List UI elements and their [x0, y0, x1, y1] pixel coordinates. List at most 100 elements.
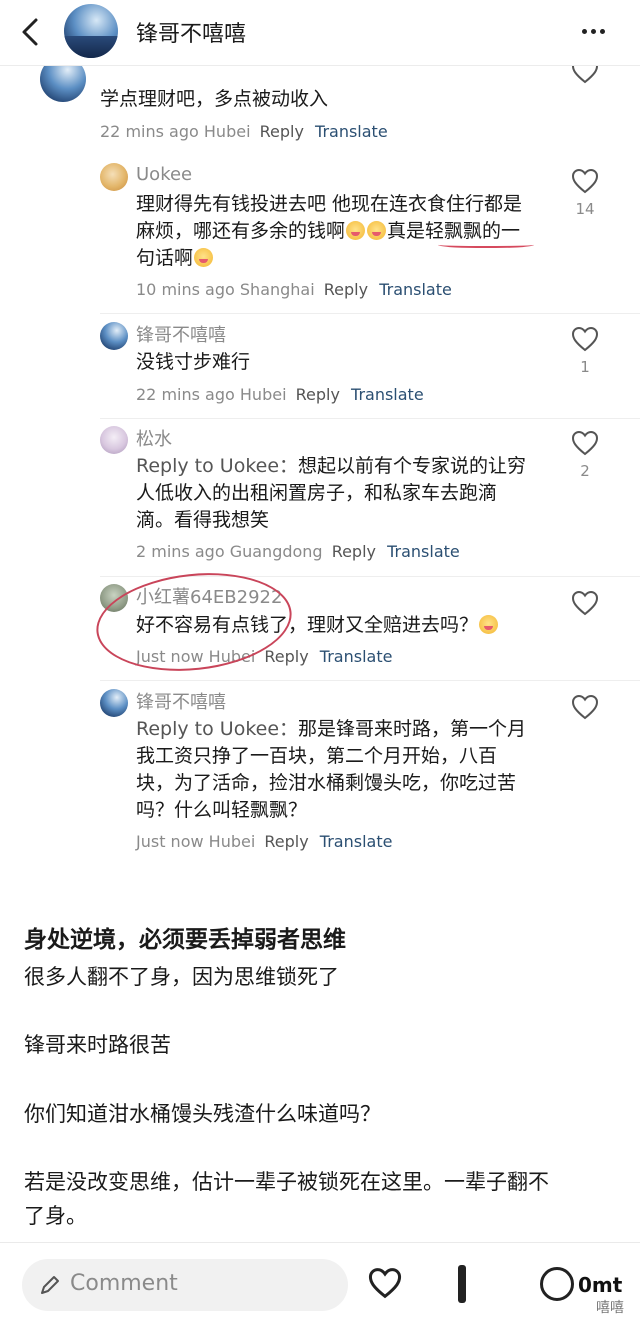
comment-meta: 2 mins ago Guangdong Reply Translate [136, 542, 460, 561]
comment-line-part: 那是锋哥来时路，第一个月 [298, 718, 527, 740]
comment-line-part: 麻烦，哪还有多余的钱啊 [136, 220, 346, 242]
reply-link[interactable]: Reply [324, 280, 368, 299]
reply-to-label: Reply to [136, 718, 214, 740]
heart-icon [571, 326, 599, 352]
comment-text: Reply to Uokee：想起以前有个专家说的让穷 人低收入的出租闲置房子，… [136, 453, 556, 534]
translate-link[interactable]: Translate [387, 542, 460, 561]
comment-meta: Just now Hubei Reply Translate [136, 832, 392, 851]
dot-icon [591, 29, 596, 34]
comment-location: Hubei [208, 832, 256, 851]
divider [100, 418, 640, 419]
heart-icon [571, 590, 599, 616]
comment-meta: 10 mins ago Shanghai Reply Translate [136, 280, 452, 299]
article-paragraph: 很多人翻不了身，因为思维锁死了 [24, 965, 339, 989]
handwritten-underline [438, 240, 534, 248]
comment-time: 10 mins ago [136, 280, 235, 299]
comment-location: Guangdong [229, 542, 323, 561]
comment-time: 22 mins ago [136, 385, 235, 404]
comment-text: 学点理财吧，多点被动收入 [100, 88, 329, 110]
divider [100, 680, 640, 681]
reply-link[interactable]: Reply [332, 542, 376, 561]
article-heading: 身处逆境，必须要丢掉弱者思维 [24, 927, 346, 953]
reply-target[interactable]: Uokee： [220, 718, 298, 740]
like-button[interactable] [570, 694, 600, 724]
dot-icon [600, 29, 605, 34]
watermark: 嘻嘻 [596, 1300, 624, 1316]
reply-link[interactable]: Reply [264, 832, 308, 851]
back-button[interactable] [14, 14, 50, 50]
page-title[interactable]: 锋哥不嘻嘻 [136, 16, 246, 48]
comment-line-part: 想起以前有个专家说的让穷 [298, 455, 527, 477]
like-button[interactable] [570, 590, 600, 620]
comment-time: 22 mins ago [100, 122, 199, 141]
comment-input[interactable]: Comment [22, 1259, 348, 1311]
reply-link[interactable]: Reply [296, 385, 340, 404]
translate-link[interactable]: Translate [320, 832, 393, 851]
reply-link[interactable]: Reply [264, 647, 308, 666]
comment-time: Just now [136, 832, 204, 851]
comment-line: 理财得先有钱投进去吧 他现在连衣食住行都是 [136, 193, 523, 215]
commenter-avatar[interactable] [100, 322, 128, 350]
author-avatar[interactable] [64, 4, 118, 58]
comment-line: Reply to Uokee：那是锋哥来时路，第一个月 [136, 716, 556, 743]
crying-emoji-icon [479, 615, 499, 634]
like-count: 1 [580, 358, 590, 376]
reply-link[interactable]: Reply [260, 122, 304, 141]
crying-emoji-icon [194, 248, 214, 267]
translate-link[interactable]: Translate [315, 122, 388, 141]
comment-line: 吗？什么叫轻飘飘？ [136, 799, 308, 821]
comment-line-part: 真是轻飘飘的一 [387, 220, 521, 242]
comment-location: Hubei [239, 385, 287, 404]
reply-target[interactable]: Uokee： [220, 455, 298, 477]
comment-location: Hubei [203, 122, 251, 141]
comment-line: 句话啊 [136, 245, 556, 272]
translate-link[interactable]: Translate [351, 385, 424, 404]
collect-button[interactable] [458, 1265, 466, 1303]
dot-icon [582, 29, 587, 34]
comment-line: 块，为了活命，捡泔水桶剩馒头吃，你吃过苦 [136, 772, 517, 794]
crying-emoji-icon [367, 221, 387, 240]
comment-text: 没钱寸步难行 [136, 351, 251, 373]
commenter-name[interactable]: 松水 [136, 425, 172, 451]
like-count: 14 [575, 200, 595, 218]
commenter-name[interactable]: 锋哥不嘻嘻 [136, 321, 226, 347]
bottom-action-bar: Comment 0mt 嘻嘻 [0, 1242, 640, 1326]
like-post-button[interactable] [368, 1267, 402, 1299]
comment-line: 我工资只挣了一百块，第二个月开始，八百 [136, 745, 498, 767]
reply-to-label: Reply to [136, 455, 214, 477]
comment-line: 人低收入的出租闲置房子，和私家车去跑滴 [136, 482, 498, 504]
commenter-avatar[interactable] [100, 426, 128, 454]
comment-text: Reply to Uokee：那是锋哥来时路，第一个月 我工资只挣了一百块，第二… [136, 716, 556, 824]
comment-line-part: 句话啊 [136, 247, 194, 269]
translate-link[interactable]: Translate [320, 647, 393, 666]
more-options-button[interactable] [580, 18, 616, 46]
heart-icon [571, 168, 599, 194]
comment-line: 滴。看得我想笑 [136, 509, 270, 531]
chevron-left-icon [22, 18, 38, 46]
comment-count: 0mt [578, 1273, 623, 1297]
translate-link[interactable]: Translate [379, 280, 452, 299]
article-line: 了身。 [24, 1204, 87, 1228]
comment-location: Shanghai [239, 280, 315, 299]
comment-text: 理财得先有钱投进去吧 他现在连衣食住行都是 麻烦，哪还有多余的钱啊 真是轻飘飘的一… [136, 191, 556, 272]
commenter-avatar[interactable] [100, 689, 128, 717]
comment-meta: 22 mins ago Hubei Reply Translate [136, 385, 424, 404]
commenter-avatar[interactable] [100, 163, 128, 191]
heart-icon [571, 694, 599, 720]
like-button[interactable] [570, 430, 600, 460]
like-count: 2 [580, 462, 590, 480]
divider [100, 313, 640, 314]
crying-emoji-icon [346, 221, 366, 240]
comment-line: Reply to Uokee：想起以前有个专家说的让穷 [136, 453, 556, 480]
commenter-name[interactable]: Uokee [136, 164, 192, 185]
like-button[interactable] [570, 168, 600, 198]
article-paragraph: 锋哥来时路很苦 [24, 1033, 171, 1057]
comment-time: 2 mins ago [136, 542, 225, 561]
comment-meta: 22 mins ago Hubei Reply Translate [100, 122, 388, 141]
comment-placeholder: Comment [70, 1271, 178, 1296]
like-button[interactable] [570, 326, 600, 356]
comment-icon[interactable] [540, 1267, 574, 1301]
article-paragraph: 你们知道泔水桶馒头残渣什么味道吗？ [24, 1102, 381, 1126]
commenter-name[interactable]: 锋哥不嘻嘻 [136, 688, 226, 714]
top-bar: 锋哥不嘻嘻 [0, 0, 640, 66]
